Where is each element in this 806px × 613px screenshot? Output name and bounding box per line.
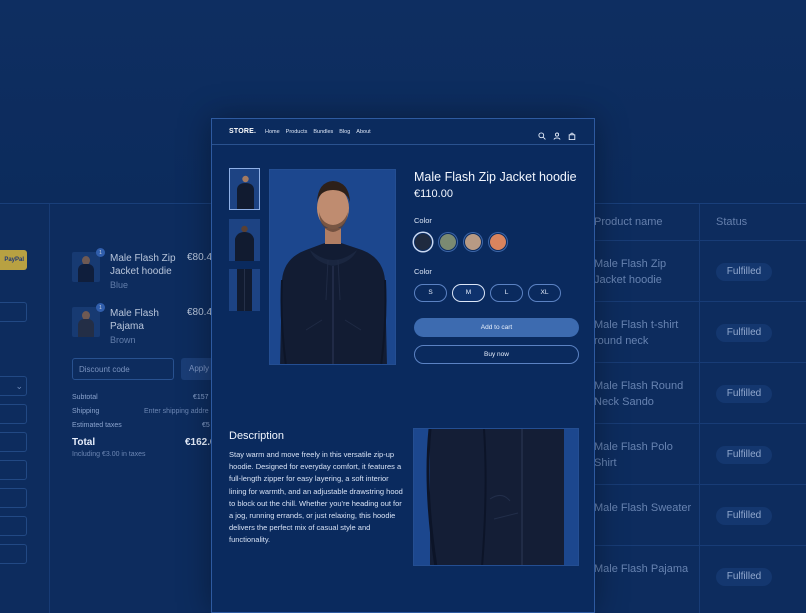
size-option[interactable]: XL [528,284,561,302]
cart-item-price: €80.4 [187,307,213,318]
table-row[interactable]: Male Flash Round Neck Sando Fulfilled [594,363,806,424]
form-field[interactable] [0,488,27,508]
order-product-name: Male Flash Sweater [594,502,692,514]
table-header: Product name Status [594,204,806,241]
quantity-badge: 1 [96,248,105,257]
subtotal-label: Subtotal [72,394,98,401]
nav-link-products[interactable]: Products [286,129,308,135]
shipping-label: Shipping [72,408,100,415]
apply-button[interactable]: Apply [181,358,212,380]
product-thumbnail[interactable] [229,269,260,311]
table-row[interactable]: Male Flash Sweater Fulfilled [594,485,806,546]
form-field[interactable] [0,516,27,536]
color-swatch[interactable] [464,233,482,251]
size-option[interactable]: S [414,284,447,302]
status-badge: Fulfilled [716,446,772,464]
color-swatch[interactable] [414,233,432,251]
table-row[interactable]: Male Flash t-shirt round neck Fulfilled [594,302,806,363]
color-swatch[interactable] [439,233,457,251]
cart-item-variant: Blue [110,280,129,290]
cart-item-name: Male Flash Zip Jacket hoodie [110,253,176,277]
total-row: Total €162.0 [72,437,216,448]
taxes-label: Estimated taxes [72,422,122,429]
column-header-status: Status [716,216,748,228]
order-product-name: Male Flash Pajama [594,563,689,575]
order-product-name: Male Flash Polo Shirt [594,441,673,469]
form-field[interactable] [0,432,27,452]
product-thumbnail[interactable] [229,168,260,210]
column-header-product: Product name [594,216,663,228]
table-row[interactable]: Male Flash Zip Jacket hoodie Fulfilled [594,241,806,302]
product-title: Male Flash Zip Jacket hoodie [414,170,577,184]
order-product-name: Male Flash t-shirt round neck [594,319,679,347]
store-logo[interactable]: STORE. [229,128,256,135]
nav-link-bundles[interactable]: Bundles [313,129,333,135]
size-option[interactable]: M [452,284,485,302]
orders-table: Product name Status Male Flash Zip Jacke… [594,203,806,613]
shipping-row: Shipping Enter shipping addre [72,408,212,415]
user-icon[interactable] [553,127,561,140]
nav-link-about[interactable]: About [356,129,370,135]
subtotal-row: Subtotal €157 [72,394,212,401]
product-thumbnail[interactable] [229,219,260,261]
product-detail-image [413,428,579,566]
form-field[interactable] [0,544,27,564]
nav-link-blog[interactable]: Blog [339,129,350,135]
product-page-card: STORE. Home Products Bundles Blog About [211,118,595,613]
color-label: Color [414,216,432,225]
checkout-form-column: PayPal ⌄ [0,204,50,613]
size-label: Color [414,267,432,276]
paypal-button[interactable]: PayPal [0,250,27,270]
nav-link-home[interactable]: Home [265,129,280,135]
subtotal-value: €157 [193,394,209,401]
color-swatches [414,233,507,251]
taxes-value: €5 [202,422,210,429]
product-price: €110.00 [414,188,453,200]
store-navbar: STORE. Home Products Bundles Blog About [212,119,594,145]
table-row[interactable]: Male Flash Polo Shirt Fulfilled [594,424,806,485]
taxes-row: Estimated taxes €5 [72,422,212,429]
description-body: Stay warm and move freely in this versat… [229,450,403,545]
color-swatch[interactable] [489,233,507,251]
add-to-cart-button[interactable]: Add to cart [414,318,579,337]
size-option[interactable]: L [490,284,523,302]
description-title: Description [229,430,285,442]
cart-item-thumbnail [72,307,100,337]
status-badge: Fulfilled [716,263,772,281]
paypal-label: PayPal [4,257,24,263]
table-row[interactable]: Male Flash Pajama Fulfilled [594,546,806,607]
cart-item-name: Male Flash Pajama [110,308,159,332]
total-note: Including €3.00 in taxes [72,451,146,458]
cart-item-variant: Brown [110,335,136,345]
shipping-value: Enter shipping addre [144,408,209,415]
nav-icons [538,127,576,141]
status-badge: Fulfilled [716,324,772,342]
form-field[interactable] [0,460,27,480]
search-icon[interactable] [538,127,546,140]
chevron-down-icon: ⌄ [15,381,23,391]
status-badge: Fulfilled [716,507,772,525]
status-badge: Fulfilled [716,568,772,586]
order-product-name: Male Flash Round Neck Sando [594,380,684,408]
total-label: Total [72,437,96,448]
buy-now-button[interactable]: Buy now [414,345,579,364]
nav-links: Home Products Bundles Blog About [265,129,371,135]
country-select[interactable]: ⌄ [0,376,27,396]
size-options: S M L XL [414,284,561,302]
form-field[interactable] [0,302,27,322]
status-badge: Fulfilled [716,385,772,403]
order-product-name: Male Flash Zip Jacket hoodie [594,258,667,286]
quantity-badge: 1 [96,303,105,312]
bag-icon[interactable] [568,127,576,141]
discount-code-input[interactable]: Discount code [72,358,174,380]
product-main-image [269,169,396,365]
cart-item-price: €80.4 [187,252,213,263]
form-field[interactable] [0,404,27,424]
cart-item-thumbnail [72,252,100,282]
